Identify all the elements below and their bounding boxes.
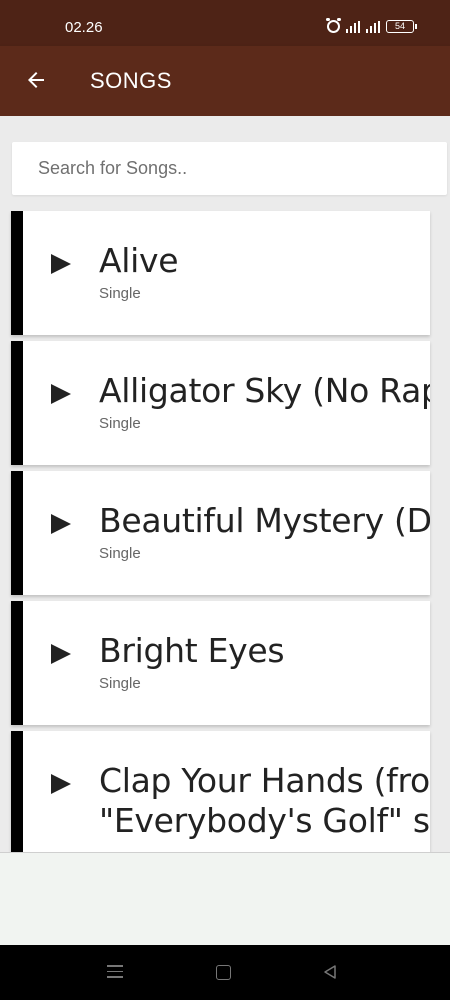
- play-icon[interactable]: [51, 254, 71, 274]
- song-item[interactable]: Clap Your Hands (from "Everybody's Golf"…: [11, 731, 430, 852]
- app-bar: SONGS: [0, 46, 450, 116]
- status-icons: 54: [326, 18, 417, 33]
- song-subtitle: Single: [99, 415, 141, 432]
- play-icon[interactable]: [51, 774, 71, 794]
- song-item[interactable]: Beautiful Mystery (Demo) Single: [11, 471, 430, 595]
- nav-home-icon[interactable]: [216, 965, 231, 980]
- back-arrow-icon[interactable]: [24, 68, 48, 92]
- song-accent-bar: [11, 341, 23, 465]
- song-title: Clap Your Hands (from: [99, 761, 430, 800]
- song-item[interactable]: Alligator Sky (No Rap Edit) Single: [11, 341, 430, 465]
- play-icon[interactable]: [51, 384, 71, 404]
- nav-menu-icon[interactable]: [107, 965, 123, 979]
- song-title: Bright Eyes: [99, 631, 285, 670]
- song-subtitle: Single: [99, 545, 141, 562]
- status-time: 02.26: [65, 19, 103, 36]
- song-accent-bar: [11, 211, 23, 335]
- signal-icon: [346, 20, 360, 33]
- song-title: Beautiful Mystery (Demo): [99, 501, 430, 540]
- song-subtitle: Single: [99, 285, 141, 302]
- play-icon[interactable]: [51, 514, 71, 534]
- alarm-icon: [326, 18, 341, 33]
- song-item[interactable]: Alive Single: [11, 211, 430, 335]
- song-list-container[interactable]: Alive Single Alligator Sky (No Rap Edit)…: [0, 116, 450, 852]
- system-nav-bar: [0, 945, 450, 1000]
- song-title: Alive: [99, 241, 179, 280]
- signal-icon-2: [366, 20, 380, 33]
- battery-icon: 54: [386, 20, 417, 33]
- song-item[interactable]: Bright Eyes Single: [11, 601, 430, 725]
- play-icon[interactable]: [51, 644, 71, 664]
- song-accent-bar: [11, 471, 23, 595]
- bottom-panel: [0, 852, 450, 945]
- search-input[interactable]: [12, 142, 447, 195]
- song-subtitle: Single: [99, 675, 141, 692]
- song-title: Alligator Sky (No Rap Edit): [99, 371, 430, 410]
- song-accent-bar: [11, 731, 23, 852]
- song-title-line-2: "Everybody's Golf" soundtrack): [99, 801, 430, 840]
- page-title: SONGS: [90, 68, 172, 93]
- song-accent-bar: [11, 601, 23, 725]
- search-box: [12, 142, 447, 195]
- nav-back-icon[interactable]: [322, 964, 338, 980]
- status-bar: 02.26 54: [0, 0, 450, 46]
